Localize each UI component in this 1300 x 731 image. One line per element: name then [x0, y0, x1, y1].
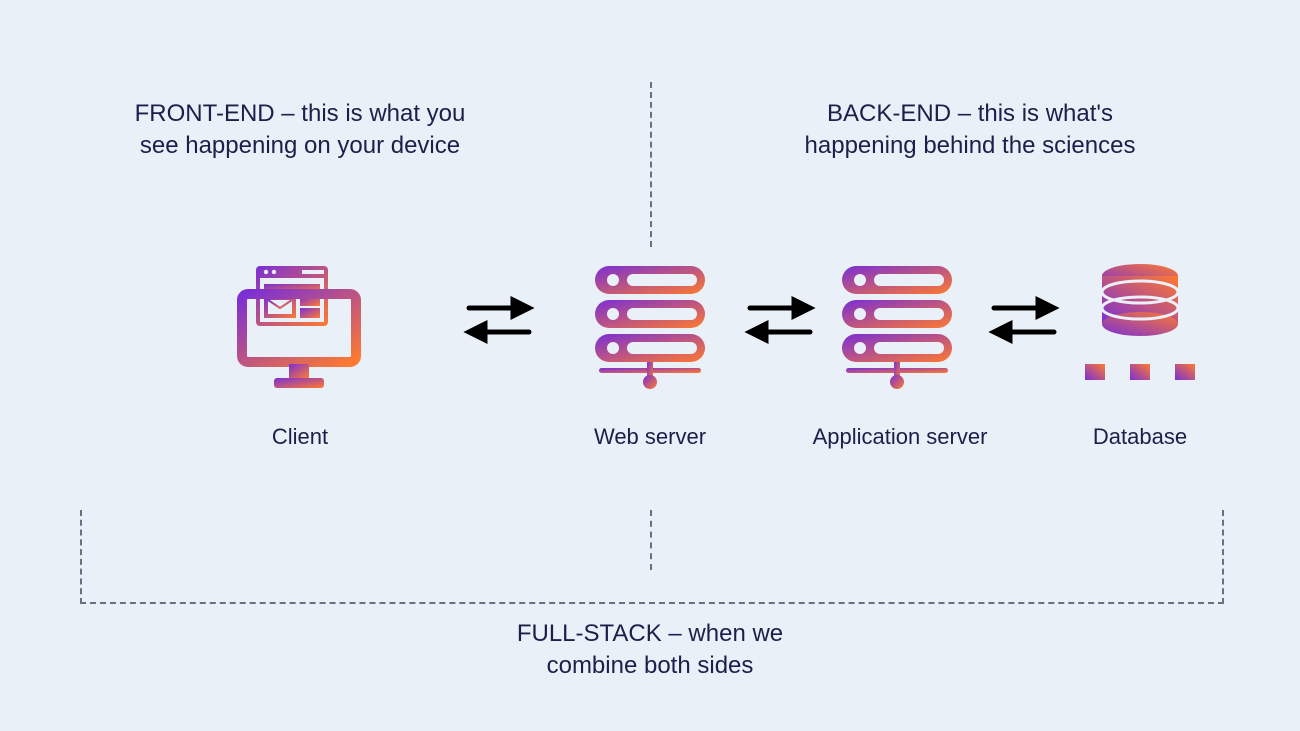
bracket-bottom — [80, 602, 1224, 604]
server-rack-icon — [585, 260, 715, 390]
diagram-canvas: FRONT-END – this is what you see happeni… — [0, 0, 1300, 731]
database-icon — [1075, 260, 1205, 390]
client-computer-icon — [234, 260, 364, 390]
divider-mid — [650, 510, 652, 570]
bracket-left — [80, 510, 82, 604]
double-arrow-icon — [984, 290, 1064, 350]
bracket-right — [1222, 510, 1224, 604]
web-server-label: Web server — [570, 424, 730, 450]
server-rack-icon — [832, 260, 962, 390]
double-arrow-icon — [459, 290, 539, 350]
app-server-label: Application server — [800, 424, 1000, 450]
fullstack-caption: FULL-STACK – when we combine both sides — [490, 618, 810, 683]
client-label: Client — [230, 424, 370, 450]
backend-caption: BACK-END – this is what's happening behi… — [790, 98, 1150, 163]
double-arrow-icon — [740, 290, 820, 350]
database-label: Database — [1060, 424, 1220, 450]
divider-top — [650, 82, 652, 247]
frontend-caption: FRONT-END – this is what you see happeni… — [120, 98, 480, 163]
